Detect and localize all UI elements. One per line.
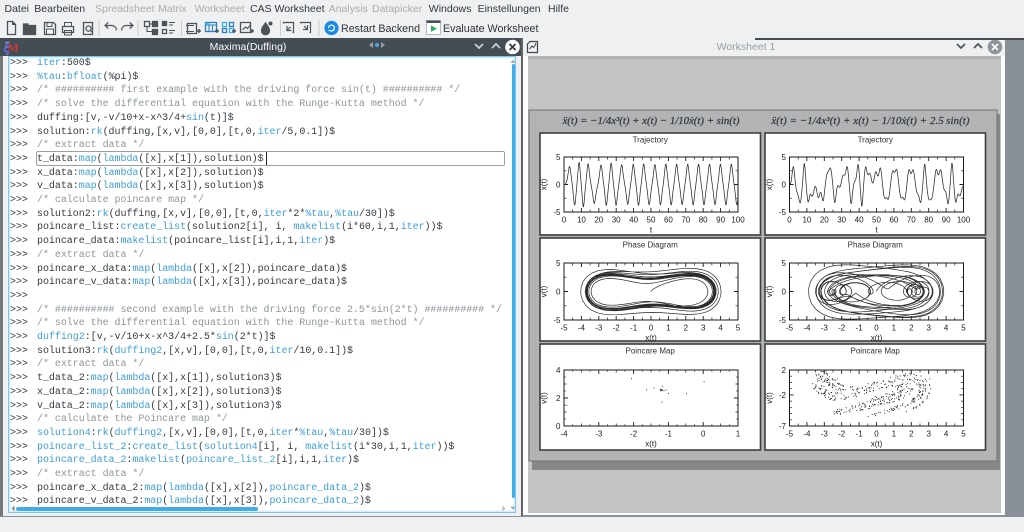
svg-text:-1: -1 — [856, 324, 864, 333]
svg-text:20: 20 — [820, 216, 829, 225]
svg-text:5: 5 — [556, 259, 561, 268]
svg-text:0: 0 — [701, 430, 706, 439]
svg-text:v(t): v(t) — [765, 285, 774, 297]
svg-text:70: 70 — [907, 216, 916, 225]
svg-text:30: 30 — [837, 216, 846, 225]
svg-text:5: 5 — [961, 324, 966, 333]
svg-text:100: 100 — [957, 216, 971, 225]
svg-text:0: 0 — [874, 324, 879, 333]
svg-text:-4: -4 — [803, 324, 811, 333]
svg-text:-5: -5 — [786, 430, 794, 439]
svg-text:2: 2 — [556, 394, 561, 403]
svg-text:40: 40 — [629, 216, 638, 225]
svg-text:2: 2 — [782, 366, 787, 375]
svg-text:-2: -2 — [838, 324, 846, 333]
svg-text:4: 4 — [556, 366, 561, 375]
svg-text:v(t): v(t) — [540, 285, 549, 297]
svg-text:4: 4 — [944, 430, 949, 439]
svg-text:-5: -5 — [779, 208, 787, 217]
svg-text:60: 60 — [889, 216, 898, 225]
svg-text:x(t): x(t) — [540, 178, 549, 190]
svg-text:v(t): v(t) — [540, 392, 549, 404]
svg-text:-2: -2 — [838, 430, 846, 439]
svg-text:-4: -4 — [803, 430, 811, 439]
svg-text:0: 0 — [787, 216, 792, 225]
svg-text:5: 5 — [782, 259, 787, 268]
svg-text:3: 3 — [926, 430, 931, 439]
svg-text:5: 5 — [782, 153, 787, 162]
svg-text:v(t): v(t) — [765, 392, 774, 404]
svg-text:-5: -5 — [560, 324, 568, 333]
svg-text:x(t): x(t) — [765, 178, 774, 190]
svg-text:-2: -2 — [613, 324, 621, 333]
svg-text:0: 0 — [562, 216, 567, 225]
svg-text:1: 1 — [892, 324, 897, 333]
svg-text:-3: -3 — [595, 324, 603, 333]
svg-text:2: 2 — [909, 324, 914, 333]
svg-text:x(t): x(t) — [645, 334, 657, 343]
svg-text:1: 1 — [666, 324, 671, 333]
svg-text:70: 70 — [681, 216, 690, 225]
svg-text:50: 50 — [647, 216, 656, 225]
svg-text:0: 0 — [874, 430, 879, 439]
svg-text:90: 90 — [942, 216, 951, 225]
svg-text:-1: -1 — [856, 430, 864, 439]
svg-text:1: 1 — [736, 430, 741, 439]
svg-text:4: 4 — [718, 324, 723, 333]
svg-text:30: 30 — [612, 216, 621, 225]
svg-text:Trajectory: Trajectory — [633, 136, 668, 145]
svg-text:-7: -7 — [779, 422, 787, 431]
svg-text:-2: -2 — [630, 430, 638, 439]
svg-text:10: 10 — [577, 216, 586, 225]
svg-text:0: 0 — [556, 181, 561, 190]
svg-text:-3: -3 — [821, 430, 829, 439]
svg-text:-3: -3 — [821, 324, 829, 333]
svg-text:90: 90 — [716, 216, 725, 225]
svg-text:-4: -4 — [560, 430, 568, 439]
svg-text:5: 5 — [961, 430, 966, 439]
svg-text:-1: -1 — [665, 430, 673, 439]
svg-text:Phase Diagram: Phase Diagram — [623, 241, 678, 250]
svg-text:0: 0 — [556, 422, 561, 431]
svg-text:5: 5 — [556, 153, 561, 162]
svg-text:Poincare Map: Poincare Map — [626, 347, 676, 356]
svg-text:-1: -1 — [630, 324, 638, 333]
svg-text:0: 0 — [556, 288, 561, 297]
svg-text:Poincare Map: Poincare Map — [851, 347, 901, 356]
svg-text:10: 10 — [802, 216, 811, 225]
svg-text:x(t): x(t) — [871, 334, 883, 343]
svg-text:3: 3 — [701, 324, 706, 333]
svg-text:60: 60 — [664, 216, 673, 225]
svg-text:-2: -2 — [779, 391, 787, 400]
svg-text:5: 5 — [736, 324, 741, 333]
svg-text:100: 100 — [731, 216, 745, 225]
svg-text:-5: -5 — [553, 316, 561, 325]
svg-text:0: 0 — [782, 288, 787, 297]
svg-text:20: 20 — [594, 216, 603, 225]
svg-text:-5: -5 — [786, 324, 794, 333]
svg-text:50: 50 — [872, 216, 881, 225]
svg-text:-3: -3 — [595, 430, 603, 439]
svg-text:2: 2 — [909, 430, 914, 439]
svg-text:2: 2 — [684, 324, 689, 333]
svg-text:80: 80 — [699, 216, 708, 225]
svg-text:3: 3 — [926, 324, 931, 333]
svg-text:80: 80 — [924, 216, 933, 225]
svg-text:-5: -5 — [553, 208, 561, 217]
svg-text:-5: -5 — [779, 316, 787, 325]
svg-text:Trajectory: Trajectory — [858, 136, 893, 145]
svg-text:4: 4 — [944, 324, 949, 333]
svg-text:0: 0 — [782, 181, 787, 190]
svg-text:1: 1 — [892, 430, 897, 439]
svg-text:-4: -4 — [578, 324, 586, 333]
svg-text:x(t): x(t) — [645, 440, 657, 449]
svg-text:Phase Diagram: Phase Diagram — [848, 241, 903, 250]
svg-text:40: 40 — [855, 216, 864, 225]
svg-text:x(t): x(t) — [871, 440, 883, 449]
svg-text:0: 0 — [649, 324, 654, 333]
